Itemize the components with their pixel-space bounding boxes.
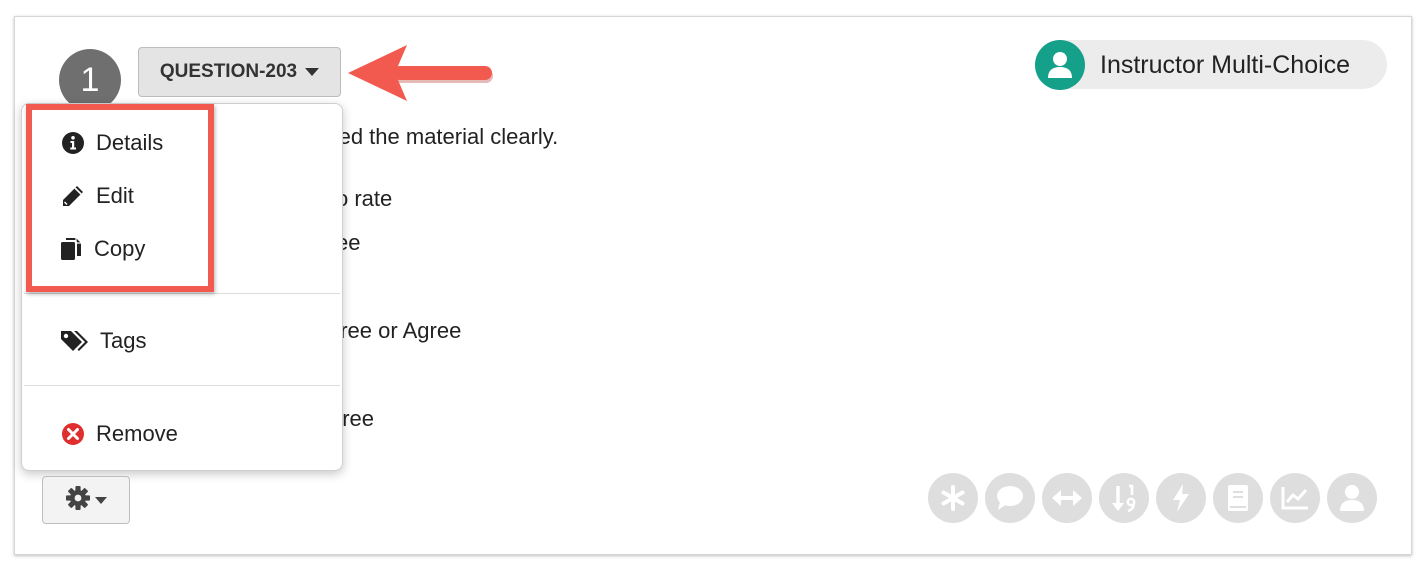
remove-circle-icon [60, 422, 86, 446]
tags-icon [60, 329, 92, 353]
question-type-label: Instructor Multi-Choice [1100, 51, 1351, 79]
menu-divider [24, 385, 340, 386]
bolt-icon[interactable] [1156, 473, 1206, 523]
menu-item-remove[interactable]: Remove [22, 411, 342, 457]
book-icon[interactable] [1213, 473, 1263, 523]
annotation-arrow [348, 45, 493, 101]
asterisk-icon[interactable] [928, 473, 978, 523]
answer-option-text: o rate [336, 186, 393, 211]
sort-numeric-icon[interactable] [1099, 473, 1149, 523]
chart-line-icon[interactable] [1270, 473, 1320, 523]
question-type-pill: Instructor Multi-Choice [1035, 40, 1387, 90]
menu-item-label: Remove [96, 421, 178, 446]
question-text: ented the material clearly. [308, 124, 559, 149]
arrows-horizontal-icon[interactable] [1042, 473, 1092, 523]
menu-item-tags[interactable]: Tags [22, 318, 342, 364]
caret-down-icon [305, 68, 320, 76]
caret-down-icon [95, 496, 107, 504]
menu-item-label: Tags [100, 328, 147, 353]
user-icon [1035, 40, 1085, 90]
question-id-label: QUESTION-203 [159, 61, 298, 82]
comment-icon[interactable] [985, 473, 1035, 523]
answer-option-text: gree or Agree [328, 318, 462, 343]
settings-dropdown-button[interactable] [42, 476, 130, 524]
gear-icon [65, 485, 91, 516]
question-id-dropdown-button[interactable]: QUESTION-203 [138, 47, 341, 97]
user-icon[interactable] [1327, 473, 1377, 523]
menu-divider [24, 293, 340, 294]
annotation-highlight-box [26, 104, 214, 292]
question-number-badge: 1 [59, 49, 121, 111]
